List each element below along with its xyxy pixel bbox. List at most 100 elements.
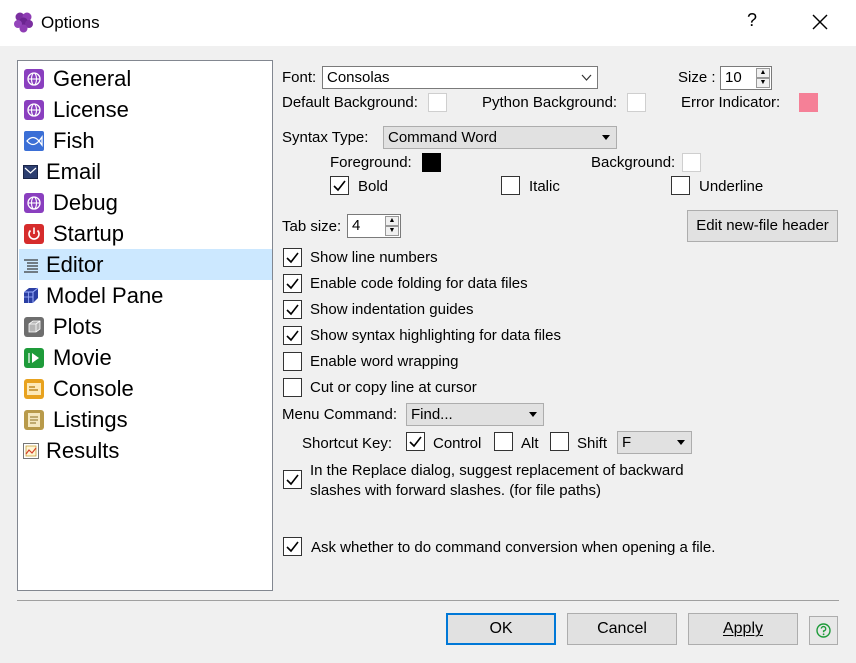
menu-command-label: Menu Command:	[282, 406, 398, 423]
bold-checkbox[interactable]	[330, 176, 349, 195]
help-button[interactable]	[809, 616, 838, 645]
footer-separator	[17, 600, 839, 601]
sidebar-item-editor[interactable]: Editor	[19, 249, 272, 280]
dropdown-arrow-icon	[677, 440, 685, 445]
grapes-app-icon	[14, 12, 33, 33]
checkmark-icon	[286, 252, 299, 264]
word-wrapping-label: Enable word wrapping	[310, 353, 459, 370]
globe-icon	[24, 69, 44, 89]
sidebar-item-plots[interactable]: Plots	[19, 311, 272, 342]
sidebar-item-results[interactable]: Results	[19, 435, 272, 466]
error-indicator-label: Error Indicator:	[681, 94, 781, 111]
power-icon	[24, 224, 44, 244]
spin-up-icon[interactable]: ▲	[756, 68, 770, 78]
checkmark-icon	[286, 304, 299, 316]
size-label: Size :	[678, 69, 716, 86]
shortcut-key-label: Shortcut Key:	[302, 435, 393, 452]
sidebar-item-general[interactable]: General	[19, 63, 272, 94]
sidebar-item-model-pane[interactable]: Model Pane	[19, 280, 272, 311]
ok-button[interactable]: OK	[446, 613, 556, 645]
fish-icon	[24, 131, 44, 151]
font-value: Consolas	[327, 69, 390, 86]
sidebar-item-startup[interactable]: Startup	[19, 218, 272, 249]
window-title: Options	[41, 13, 100, 32]
code-folding-checkbox[interactable]	[283, 274, 302, 293]
checkmark-icon	[333, 180, 346, 192]
ask-conversion-checkbox[interactable]	[283, 537, 302, 556]
menu-command-value: Find...	[411, 406, 453, 423]
syntax-highlighting-label: Show syntax highlighting for data files	[310, 327, 561, 344]
box-icon	[24, 317, 44, 337]
sidebar-item-fish[interactable]: Fish	[19, 125, 272, 156]
underline-checkbox[interactable]	[671, 176, 690, 195]
checkmark-icon	[286, 278, 299, 290]
dropdown-arrow-icon	[602, 135, 610, 140]
globe-icon	[24, 193, 44, 213]
show-line-numbers-checkbox[interactable]	[283, 248, 302, 267]
checkmark-icon	[286, 474, 299, 486]
font-label: Font:	[282, 69, 317, 86]
foreground-swatch[interactable]	[422, 153, 441, 172]
alt-label: Alt	[521, 435, 539, 452]
spin-up-icon[interactable]: ▲	[385, 216, 399, 226]
apply-button[interactable]: Apply	[688, 613, 798, 645]
cut-copy-line-checkbox[interactable]	[283, 378, 302, 397]
size-value: 10	[725, 69, 742, 86]
sidebar-item-console[interactable]: Console	[19, 373, 272, 404]
size-spinbox[interactable]: 10 ▲ ▼	[720, 66, 772, 90]
cut-copy-line-label: Cut or copy line at cursor	[310, 379, 477, 396]
alt-checkbox[interactable]	[494, 432, 513, 451]
show-line-numbers-label: Show line numbers	[310, 249, 438, 266]
background-label: Background:	[591, 154, 676, 171]
ask-conversion-label: Ask whether to do command conversion whe…	[311, 539, 716, 556]
sidebar-item-email[interactable]: Email	[19, 156, 272, 187]
default-background-swatch[interactable]	[428, 93, 447, 112]
control-checkbox[interactable]	[406, 432, 425, 451]
tab-size-spinbox[interactable]: 4 ▲ ▼	[347, 214, 401, 238]
italic-checkbox[interactable]	[501, 176, 520, 195]
error-indicator-swatch[interactable]	[799, 93, 818, 112]
control-label: Control	[433, 435, 482, 452]
shortcut-key-combobox[interactable]: F	[617, 431, 692, 454]
python-background-label: Python Background:	[482, 94, 618, 111]
spin-down-icon[interactable]: ▼	[756, 78, 770, 88]
replace-backslash-label-line2: slashes with forward slashes. (for file …	[310, 482, 601, 499]
sidebar-item-debug[interactable]: Debug	[19, 187, 272, 218]
sidebar-item-license[interactable]: License	[19, 94, 272, 125]
bold-label: Bold	[358, 178, 389, 195]
default-background-label: Default Background:	[282, 94, 418, 111]
foreground-label: Foreground:	[330, 154, 412, 171]
python-background-swatch[interactable]	[627, 93, 646, 112]
shortcut-key-value: F	[622, 434, 632, 451]
shift-checkbox[interactable]	[550, 432, 569, 451]
category-list: General License Fish Email Debug Startup…	[17, 60, 273, 591]
tab-size-label: Tab size:	[282, 218, 342, 235]
editor-icon	[24, 259, 38, 273]
indentation-guides-checkbox[interactable]	[283, 300, 302, 319]
syntax-type-combobox[interactable]: Command Word	[383, 126, 617, 149]
close-icon[interactable]	[806, 8, 834, 36]
menu-command-combobox[interactable]: Find...	[406, 403, 544, 426]
title-help-button[interactable]: ?	[740, 10, 764, 31]
results-icon	[23, 443, 39, 459]
checkmark-icon	[286, 541, 299, 553]
edit-new-file-header-button[interactable]: Edit new-file header	[687, 210, 838, 242]
word-wrapping-checkbox[interactable]	[283, 352, 302, 371]
background-swatch[interactable]	[682, 153, 701, 172]
shift-label: Shift	[577, 435, 608, 452]
underline-label: Underline	[699, 178, 764, 195]
cancel-button[interactable]: Cancel	[567, 613, 677, 645]
checkmark-icon	[409, 436, 422, 448]
italic-label: Italic	[529, 178, 560, 195]
sidebar-item-movie[interactable]: Movie	[19, 342, 272, 373]
sidebar-item-listings[interactable]: Listings	[19, 404, 272, 435]
code-folding-label: Enable code folding for data files	[310, 275, 528, 292]
dropdown-arrow-icon	[529, 412, 537, 417]
spin-down-icon[interactable]: ▼	[385, 226, 399, 236]
chevron-down-icon	[581, 74, 592, 81]
syntax-highlighting-checkbox[interactable]	[283, 326, 302, 345]
replace-backslash-checkbox[interactable]	[283, 470, 302, 489]
listings-icon	[24, 410, 44, 430]
font-combobox[interactable]: Consolas	[322, 66, 598, 89]
console-icon	[24, 379, 44, 399]
